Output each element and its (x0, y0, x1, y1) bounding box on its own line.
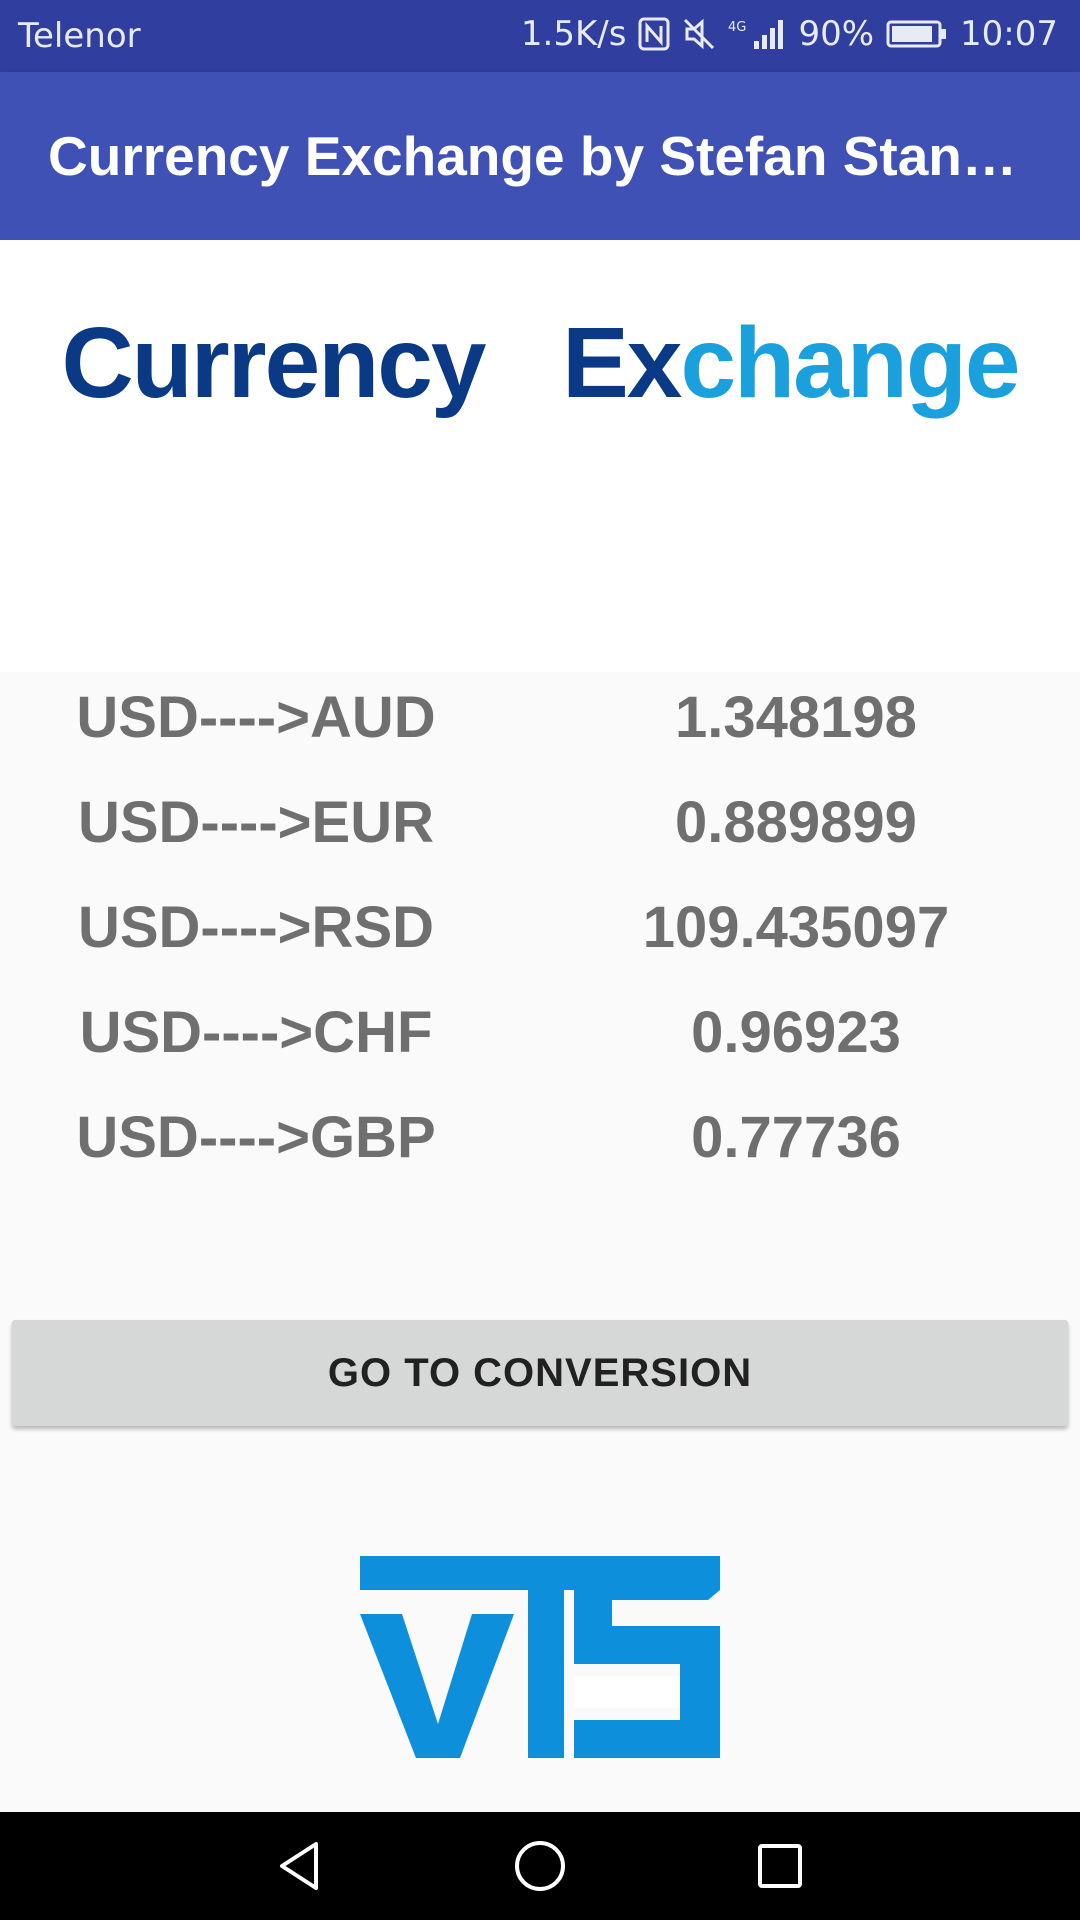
rate-pair: USD---->GBP (76, 1105, 436, 1170)
vts-logo (360, 1556, 720, 1758)
rate-value: 1.348198 (675, 685, 917, 750)
clock: 10:07 (960, 14, 1058, 54)
battery-percent: 90% (798, 14, 875, 54)
carrier-label: Telenor (18, 16, 141, 56)
rate-pair: USD---->RSD (77, 895, 435, 960)
currency-exchange-logo: Currency Exchange (0, 306, 1080, 421)
status-bar: Telenor 1.5K/s 4G 90% 10:07 (0, 0, 1080, 72)
network-speed: 1.5K/s (520, 14, 627, 54)
nfc-icon (638, 17, 670, 51)
battery-icon (886, 19, 948, 49)
rate-row: USD---->EUR 0.889899 (0, 789, 1080, 894)
back-icon[interactable] (270, 1834, 334, 1898)
rate-value: 0.77736 (691, 1105, 901, 1170)
rate-pair: USD---->AUD (76, 685, 436, 750)
rate-pair: USD---->CHF (79, 1000, 433, 1065)
status-icons: 1.5K/s 4G 90% 10:07 (521, 14, 1058, 54)
logo-word-change: change (680, 307, 1020, 419)
navigation-bar (0, 1812, 1080, 1920)
rate-row: USD---->CHF 0.96923 (0, 999, 1080, 1104)
rate-value: 0.889899 (675, 790, 917, 855)
rate-row: USD---->AUD 1.348198 (0, 684, 1080, 789)
logo-word-ex: Ex (562, 307, 682, 419)
rate-value: 109.435097 (642, 895, 950, 960)
rate-value: 0.96923 (691, 1000, 901, 1065)
app-title: Currency Exchange by Stefan Stan… (48, 125, 1017, 187)
rate-row: USD---->GBP 0.77736 (0, 1104, 1080, 1209)
rate-row: USD---->RSD 109.435097 (0, 894, 1080, 999)
logo-word-currency: Currency (61, 307, 486, 419)
header-image: Currency Exchange (0, 240, 1080, 672)
home-icon[interactable] (508, 1834, 572, 1898)
rate-pair: USD---->EUR (77, 790, 435, 855)
mute-icon (682, 17, 716, 51)
signal-icon: 4G (728, 17, 786, 51)
go-to-conversion-button[interactable]: GO TO CONVERSION (12, 1320, 1068, 1426)
network-type-label: 4G (728, 20, 746, 35)
app-bar: Currency Exchange by Stefan Stan… (0, 72, 1080, 240)
recents-icon[interactable] (748, 1834, 812, 1898)
